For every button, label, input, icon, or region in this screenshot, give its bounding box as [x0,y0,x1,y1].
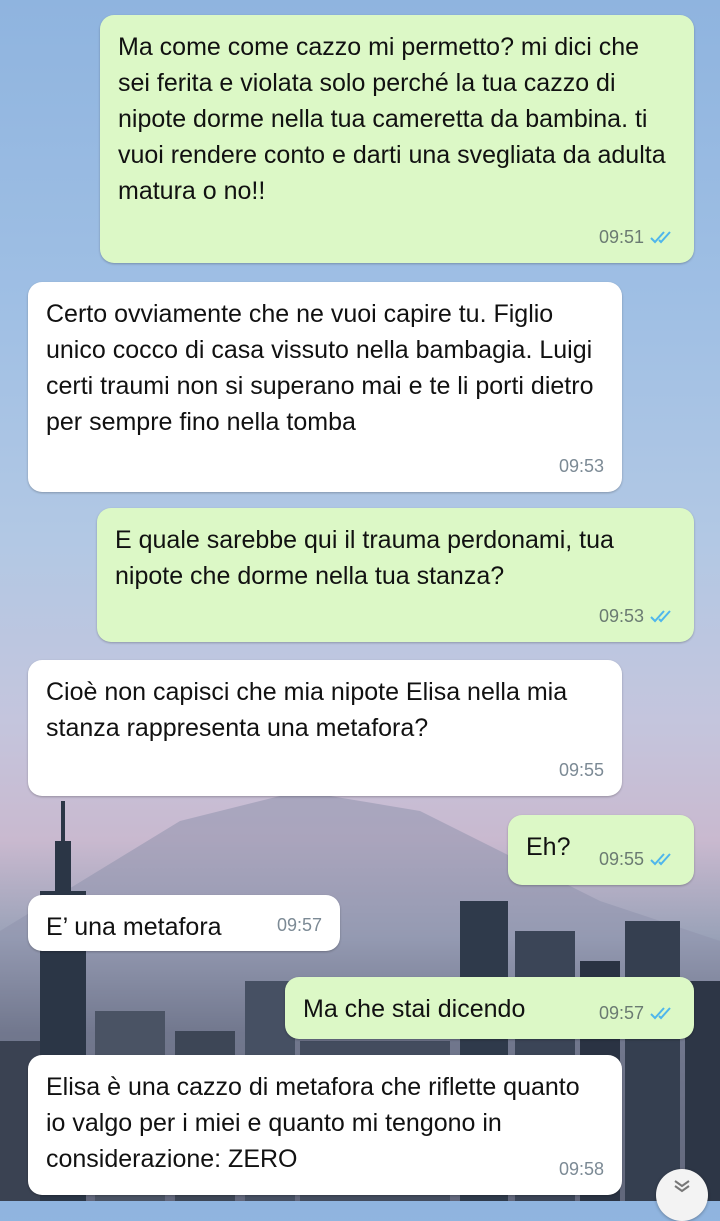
message-time: 09:53 [598,606,644,626]
outgoing-message-bubble[interactable]: E quale sarebbe qui il trauma perdonami,… [97,508,694,642]
outgoing-message-bubble[interactable]: Ma come come cazzo mi permetto? mi dici … [100,15,694,263]
outgoing-message-bubble[interactable]: Eh? 09:55 [508,815,694,885]
message-text: Ma come come cazzo mi permetto? mi dici … [118,33,666,205]
double-check-icon [650,610,671,623]
scroll-to-bottom-button[interactable] [656,1169,708,1221]
message-text: Ma che stai dicendo [303,995,526,1023]
message-meta: 09:55 [599,841,676,877]
message-text: E quale sarebbe qui il trauma perdonami,… [115,526,614,590]
message-time: 09:53 [558,456,604,476]
double-check-icon [650,231,671,244]
message-meta: 09:53 [559,448,604,484]
message-text: E’ una metafora [46,913,222,941]
message-time: 09:55 [598,849,644,869]
message-meta: 09:55 [559,752,604,788]
incoming-message-bubble[interactable]: Cioè non capisci che mia nipote Elisa ne… [28,660,622,796]
chevron-double-down-icon [674,1180,690,1193]
message-time: 09:51 [598,227,644,247]
message-time: 09:55 [558,760,604,780]
double-check-icon [650,853,671,866]
message-time: 09:58 [558,1159,604,1179]
message-meta: 09:51 [599,219,676,255]
message-meta: 09:57 [599,995,676,1031]
double-check-icon [650,1007,671,1020]
incoming-message-bubble[interactable]: Elisa è una cazzo di metafora che riflet… [28,1055,622,1195]
incoming-message-bubble[interactable]: E’ una metafora 09:57 [28,895,340,951]
message-time: 09:57 [598,1003,644,1023]
message-text: Certo ovviamente che ne vuoi capire tu. … [46,300,594,436]
message-text: Eh? [526,833,571,861]
incoming-message-bubble[interactable]: Certo ovviamente che ne vuoi capire tu. … [28,282,622,492]
message-meta: 09:57 [277,907,322,943]
message-meta: 09:53 [599,598,676,634]
outgoing-message-bubble[interactable]: Ma che stai dicendo 09:57 [285,977,694,1039]
message-meta: 09:58 [559,1151,604,1187]
message-time: 09:57 [276,915,322,935]
message-text: Cioè non capisci che mia nipote Elisa ne… [46,678,568,742]
message-text: Elisa è una cazzo di metafora che riflet… [46,1073,580,1173]
